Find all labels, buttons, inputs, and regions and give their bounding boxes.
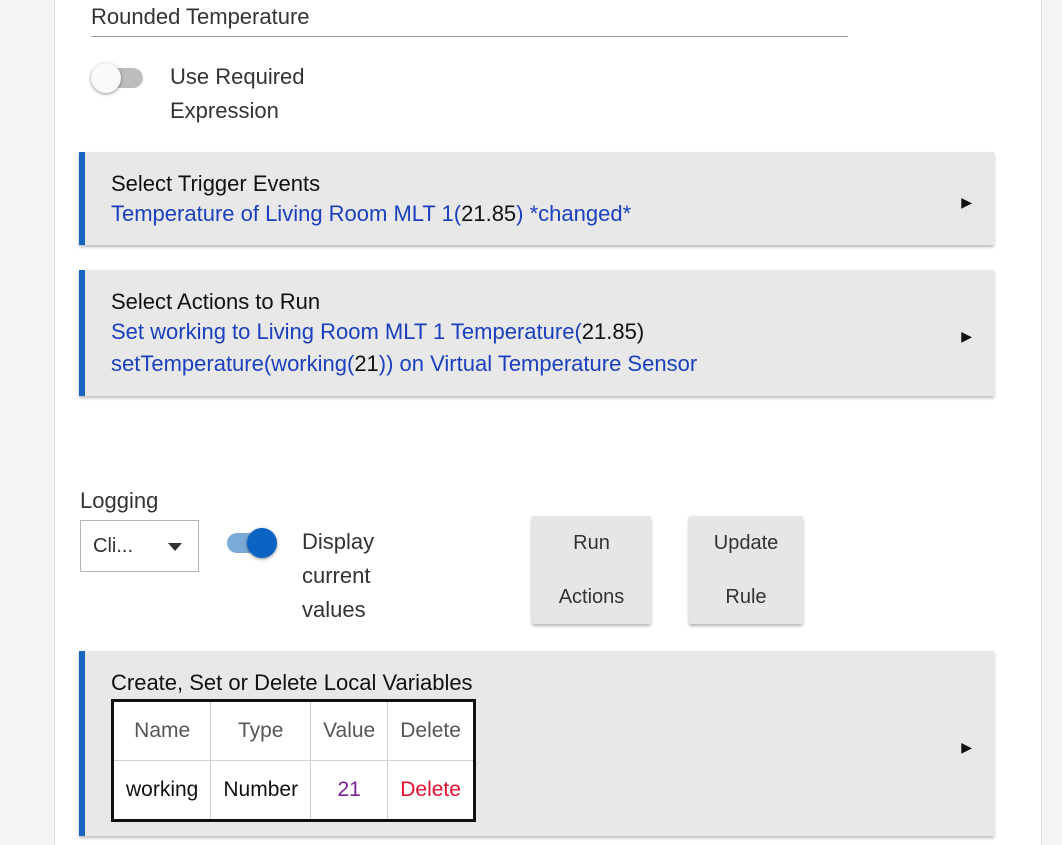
variable-type-cell[interactable]: Number [210, 760, 312, 821]
trigger-events-title: Select Trigger Events [111, 171, 321, 196]
actions-summary-line-2: setTemperature(working(21)) on Virtual T… [111, 351, 698, 376]
toggle-thumb [91, 63, 121, 93]
actions-summary-line-1: Set working to Living Room MLT 1 Tempera… [111, 319, 645, 344]
play-arrow-right-icon: ▶ [961, 328, 972, 344]
local-variables-title: Create, Set or Delete Local Variables [111, 670, 473, 695]
play-arrow-right-icon: ▶ [961, 194, 972, 210]
rule-editor-page: Rounded Temperature Use Required Express… [54, 0, 1042, 845]
logging-label: Logging [80, 488, 159, 513]
variable-delete-link[interactable]: Delete [387, 760, 475, 821]
required-expression-label: Use Required Expression [170, 64, 305, 123]
caret-down-icon [168, 543, 182, 551]
column-header-name: Name [111, 700, 212, 761]
variable-value-cell[interactable]: 21 [310, 760, 389, 821]
logging-selected-value: Cli... [93, 535, 133, 557]
required-expression-toggle[interactable] [91, 63, 147, 93]
display-current-values-toggle[interactable] [223, 528, 279, 558]
trigger-events-card[interactable]: Select Trigger Events Temperature of Liv… [79, 152, 994, 245]
trigger-events-summary: Temperature of Living Room MLT 1(21.85) … [111, 201, 632, 226]
display-current-values-label: Display current values [302, 529, 375, 622]
column-header-delete: Delete [387, 700, 475, 761]
table-row: working Number 21 Delete [111, 760, 475, 821]
rule-name-input[interactable]: Rounded Temperature [91, 0, 848, 37]
column-header-type: Type [210, 700, 312, 761]
local-variables-table: Name Type Value Delete working Number 21… [111, 699, 476, 822]
local-variables-card[interactable]: Create, Set or Delete Local Variables Na… [79, 651, 994, 836]
play-arrow-right-icon: ▶ [961, 739, 972, 755]
actions-card[interactable]: Select Actions to Run Set working to Liv… [79, 270, 994, 396]
rule-name-value: Rounded Temperature [91, 4, 310, 29]
logging-select[interactable]: Cli... [80, 520, 199, 572]
variable-name-cell[interactable]: working [111, 760, 212, 821]
column-header-value: Value [310, 700, 389, 761]
actions-title: Select Actions to Run [111, 289, 321, 314]
run-actions-button[interactable]: Run Actions [532, 516, 651, 624]
toggle-thumb [247, 528, 277, 558]
update-rule-button[interactable]: Update Rule [689, 516, 803, 624]
table-header-row: Name Type Value Delete [111, 700, 475, 761]
